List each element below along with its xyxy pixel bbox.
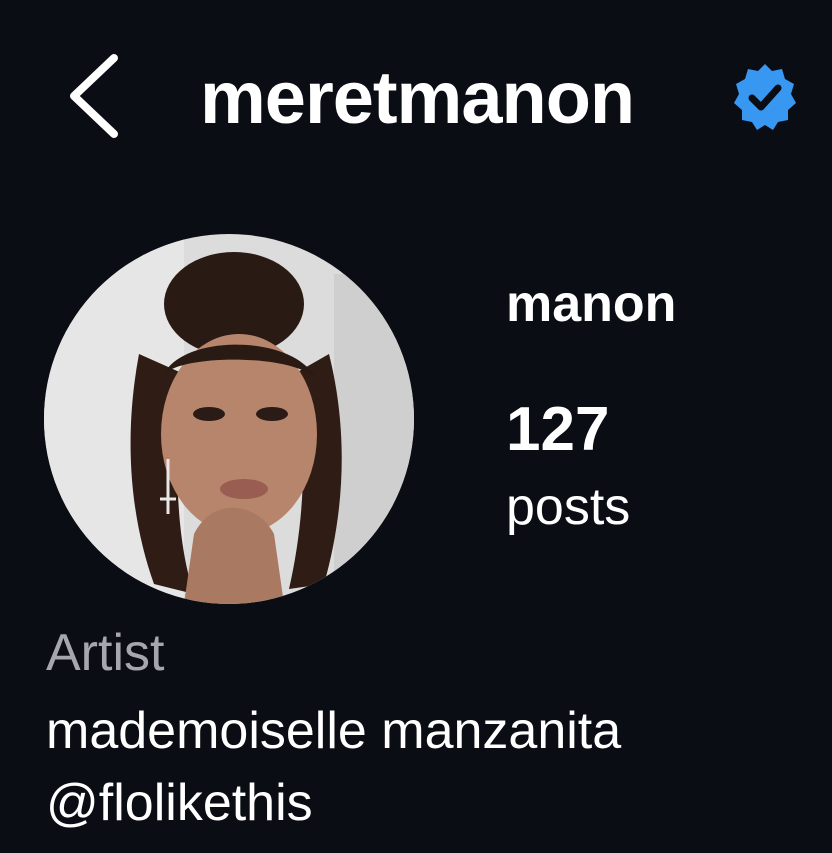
profile-category: Artist bbox=[46, 624, 165, 682]
posts-count[interactable]: 127 bbox=[506, 392, 609, 468]
profile-username: meretmanon bbox=[200, 56, 635, 139]
profile-bio: mademoiselle manzanita bbox=[46, 702, 622, 760]
verified-badge-icon bbox=[730, 62, 800, 132]
posts-label[interactable]: posts bbox=[506, 472, 630, 542]
profile-header: meretmanon bbox=[0, 0, 832, 200]
bio-mention-link[interactable]: @flolikethis bbox=[46, 768, 313, 838]
profile-display-name: manon bbox=[506, 275, 677, 333]
back-button[interactable] bbox=[62, 50, 126, 142]
chevron-left-icon bbox=[70, 54, 118, 138]
profile-avatar[interactable] bbox=[44, 234, 414, 604]
